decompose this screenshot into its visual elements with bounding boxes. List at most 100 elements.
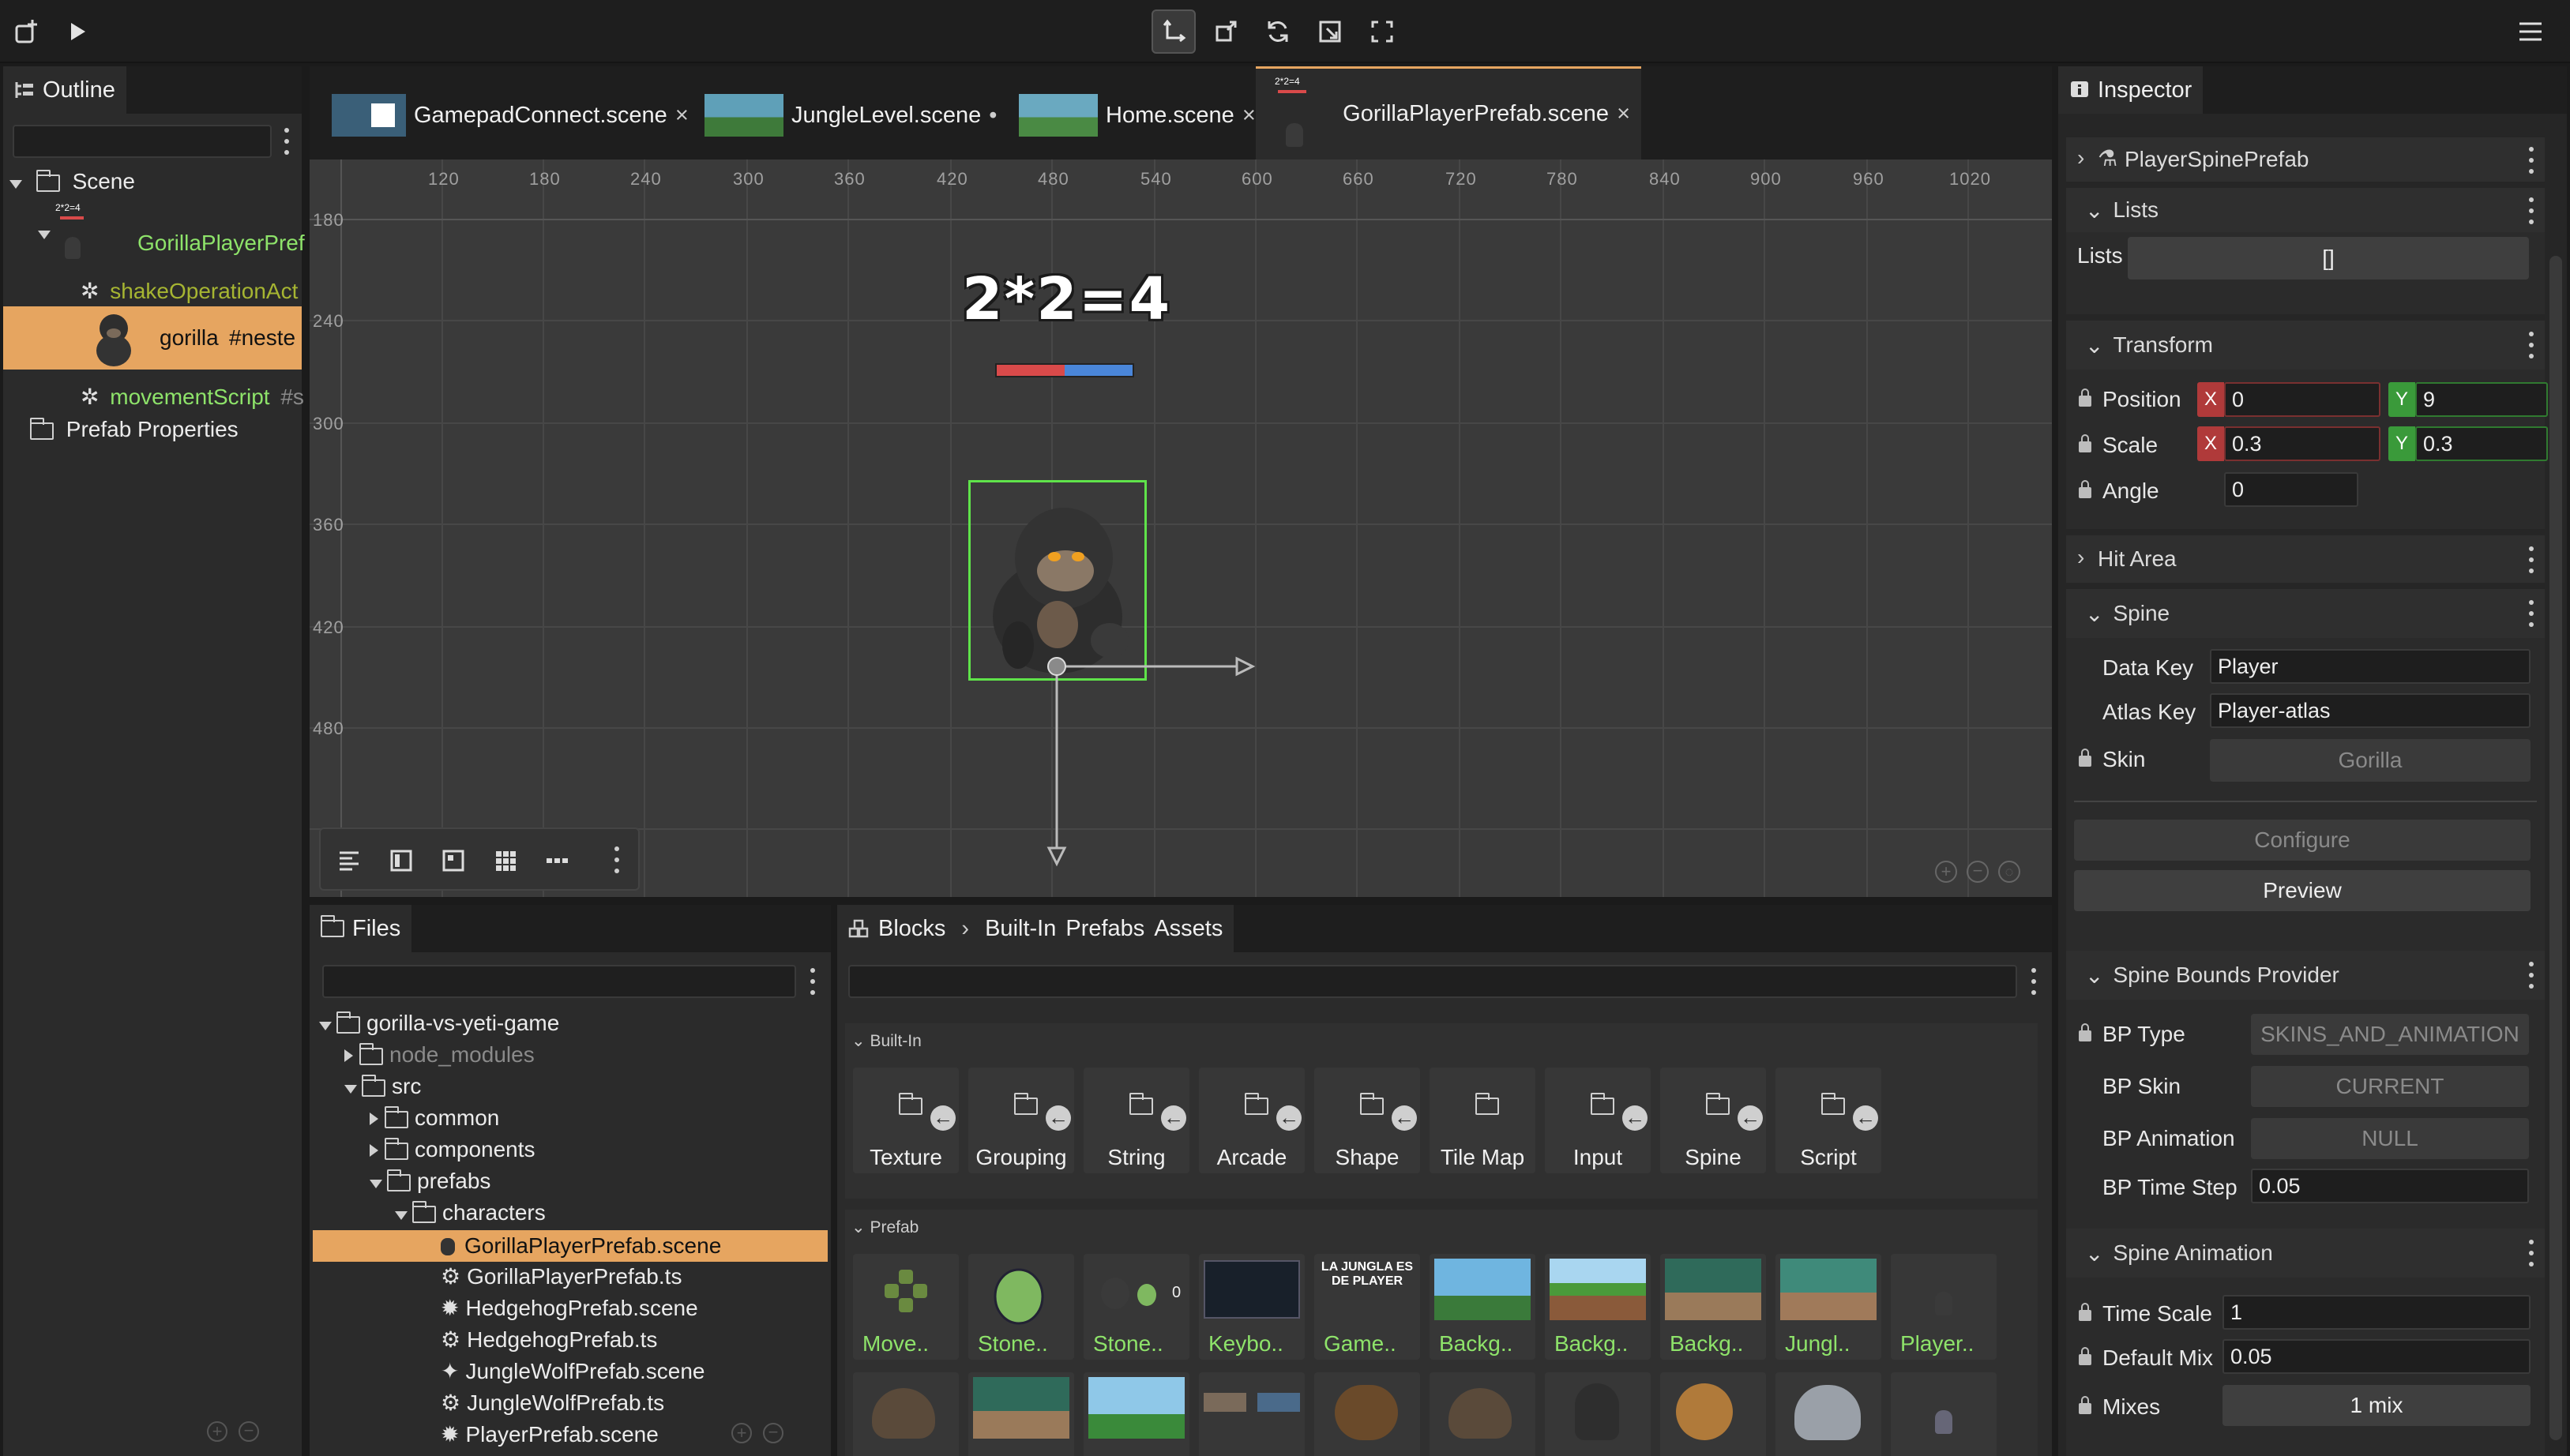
block-tile-map[interactable]: Tile Map (1430, 1068, 1535, 1173)
default-mix-input[interactable]: 0.05 (2222, 1339, 2531, 1374)
tree-item[interactable]: prefabs (370, 1169, 490, 1194)
time-scale-input[interactable]: 1 (2222, 1295, 2531, 1330)
block-texture[interactable]: ← Texture (853, 1068, 959, 1173)
bounds-header[interactable]: ⌄ Spine Bounds Provider (2066, 951, 2545, 1000)
tree-item[interactable]: characters (395, 1200, 546, 1225)
tab-outline[interactable]: Outline (3, 66, 126, 114)
crumb-assets[interactable]: Assets (1154, 916, 1223, 942)
zoom-in-icon[interactable]: + (731, 1423, 752, 1443)
dots-icon[interactable] (535, 839, 580, 883)
prefab-keyboard[interactable]: Keybo.. (1199, 1254, 1305, 1360)
animation-header[interactable]: ⌄ Spine Animation (2066, 1229, 2545, 1278)
block-grouping[interactable]: ← Grouping (968, 1068, 1074, 1173)
spine-header[interactable]: ⌄ Spine (2066, 589, 2545, 638)
tree-item[interactable]: node_modules (344, 1042, 535, 1068)
play-icon[interactable] (55, 9, 100, 54)
bp-skin-select[interactable]: CURRENT (2251, 1066, 2529, 1107)
tab-gamepad-connect[interactable]: GamepadConnect.scene × (321, 92, 700, 139)
zoom-in-icon[interactable]: + (207, 1421, 227, 1442)
section-menu-icon[interactable] (2527, 1240, 2535, 1266)
tree-item[interactable]: ⚙ JungleWolfPrefab.ts (441, 1390, 664, 1416)
fullscreen-icon[interactable] (1360, 9, 1404, 54)
zoom-in-icon[interactable]: + (1935, 861, 1957, 883)
prefab-thumb-yeti[interactable] (1775, 1372, 1881, 1456)
resize-tool-icon[interactable] (1204, 9, 1248, 54)
prefab-header[interactable]: ⌄ Prefab (851, 1218, 919, 1237)
prefab-game[interactable]: LA JUNGLA ES DE PLAYER Game.. (1314, 1254, 1420, 1360)
outline-item-gorilla[interactable]: gorilla #neste (3, 306, 302, 370)
prefab-thumb-snail[interactable] (1660, 1372, 1766, 1456)
prefab-thumb-player-2[interactable] (1891, 1372, 1997, 1456)
more-icon[interactable] (613, 846, 621, 873)
tree-item[interactable]: ⚙ GorillaPlayerPrefab.ts (441, 1263, 682, 1289)
skin-select[interactable]: Gorilla (2210, 739, 2531, 782)
section-menu-icon[interactable] (2527, 147, 2535, 174)
bp-time-step-input[interactable]: 0.05 (2251, 1169, 2529, 1203)
position-y-input[interactable]: 9 (2415, 382, 2548, 417)
prefab-move[interactable]: Move.. (853, 1254, 959, 1360)
prefab-thumb-wolf-2[interactable] (1430, 1372, 1535, 1456)
block-input[interactable]: ← Input (1545, 1068, 1651, 1173)
tree-item-selected[interactable]: GorillaPlayerPrefab.scene (313, 1230, 828, 1262)
section-menu-icon[interactable] (2527, 197, 2535, 224)
lists-value-button[interactable]: [] (2128, 237, 2529, 280)
inspector-scrollbar[interactable] (2549, 256, 2562, 1440)
tree-item[interactable]: gorilla-vs-yeti-game (319, 1011, 559, 1036)
configure-button[interactable]: Configure (2074, 820, 2531, 861)
tab-files[interactable]: Files (310, 905, 412, 952)
panel-icon[interactable] (379, 839, 423, 883)
prefab-background-2[interactable]: Backg.. (1545, 1254, 1651, 1360)
outline-item-shake-script[interactable]: ✲ shakeOperationAct (81, 278, 298, 304)
crumb-prefabs[interactable]: Prefabs (1065, 916, 1144, 942)
data-key-input[interactable]: Player (2210, 649, 2531, 684)
mixes-button[interactable]: 1 mix (2222, 1385, 2531, 1426)
tree-item[interactable]: ⚙ HedgehogPrefab.ts (441, 1327, 657, 1353)
block-spine[interactable]: ← Spine (1660, 1068, 1766, 1173)
tree-item[interactable]: ✹ PlayerPrefab.scene (441, 1421, 659, 1447)
tab-inspector[interactable]: Inspector (2058, 66, 2204, 114)
prefab-stone-counter[interactable]: 0 Stone.. (1084, 1254, 1189, 1360)
block-script[interactable]: ← Script (1775, 1068, 1881, 1173)
bp-animation-select[interactable]: NULL (2251, 1118, 2529, 1159)
translate-tool-icon[interactable] (1152, 9, 1196, 54)
block-string[interactable]: ← String (1084, 1068, 1189, 1173)
atlas-key-input[interactable]: Player-atlas (2210, 693, 2531, 728)
prefab-thumb-wolf[interactable] (853, 1372, 959, 1456)
unsaved-dot[interactable]: • (989, 103, 997, 129)
add-scene-icon[interactable] (5, 9, 49, 54)
scale-x-input[interactable]: 0.3 (2224, 426, 2380, 461)
scene-viewport[interactable]: 120 180 240 300 360 420 480 540 600 660 … (310, 159, 2052, 897)
tab-home[interactable]: Home.scene × (1008, 92, 1267, 139)
outline-search-input[interactable] (13, 125, 272, 158)
grid-icon[interactable] (483, 839, 528, 883)
section-menu-icon[interactable] (2527, 546, 2535, 573)
prefab-background-3[interactable]: Backg.. (1660, 1254, 1766, 1360)
tree-item[interactable]: ✹ HedgehogPrefab.scene (441, 1295, 698, 1321)
zoom-reset-icon[interactable]: ◌ (1998, 861, 2020, 883)
prefab-thumb-platforms[interactable] (1199, 1372, 1305, 1456)
prefab-thumb-sky-bg[interactable] (1084, 1372, 1189, 1456)
scale-y-input[interactable]: 0.3 (2415, 426, 2548, 461)
outline-item-prefab-properties[interactable]: Prefab Properties (30, 417, 239, 442)
blocks-search-input[interactable] (848, 965, 2017, 998)
prefab-player[interactable]: Player.. (1891, 1254, 1997, 1360)
outline-item-movement-script[interactable]: ✲ movementScript #s (81, 384, 304, 410)
hamburger-menu-icon[interactable] (2508, 9, 2553, 54)
zoom-out-icon[interactable]: − (1967, 861, 1989, 883)
blocks-menu-icon[interactable] (2030, 968, 2038, 995)
files-search-input[interactable] (322, 965, 796, 998)
preview-button[interactable]: Preview (2074, 870, 2531, 911)
close-icon[interactable]: × (675, 103, 689, 129)
tree-item[interactable]: ✦ JungleWolfPrefab.scene (441, 1358, 704, 1384)
transform-header[interactable]: ⌄ Transform (2066, 321, 2545, 370)
hit-area-section[interactable]: › Hit Area (2066, 535, 2545, 583)
prefab-thumb-gorilla[interactable] (1545, 1372, 1651, 1456)
bp-type-select[interactable]: SKINS_AND_ANIMATION (2251, 1014, 2529, 1055)
prefab-thumb-hedgehog[interactable] (1314, 1372, 1420, 1456)
prefab-stone[interactable]: Stone.. (968, 1254, 1074, 1360)
section-menu-icon[interactable] (2527, 332, 2535, 358)
crumb-built-in[interactable]: Built-In (985, 916, 1056, 942)
transform-gizmo[interactable] (1036, 649, 1273, 886)
scene-text[interactable]: 2*2=4 (962, 265, 1171, 333)
section-menu-icon[interactable] (2527, 600, 2535, 627)
